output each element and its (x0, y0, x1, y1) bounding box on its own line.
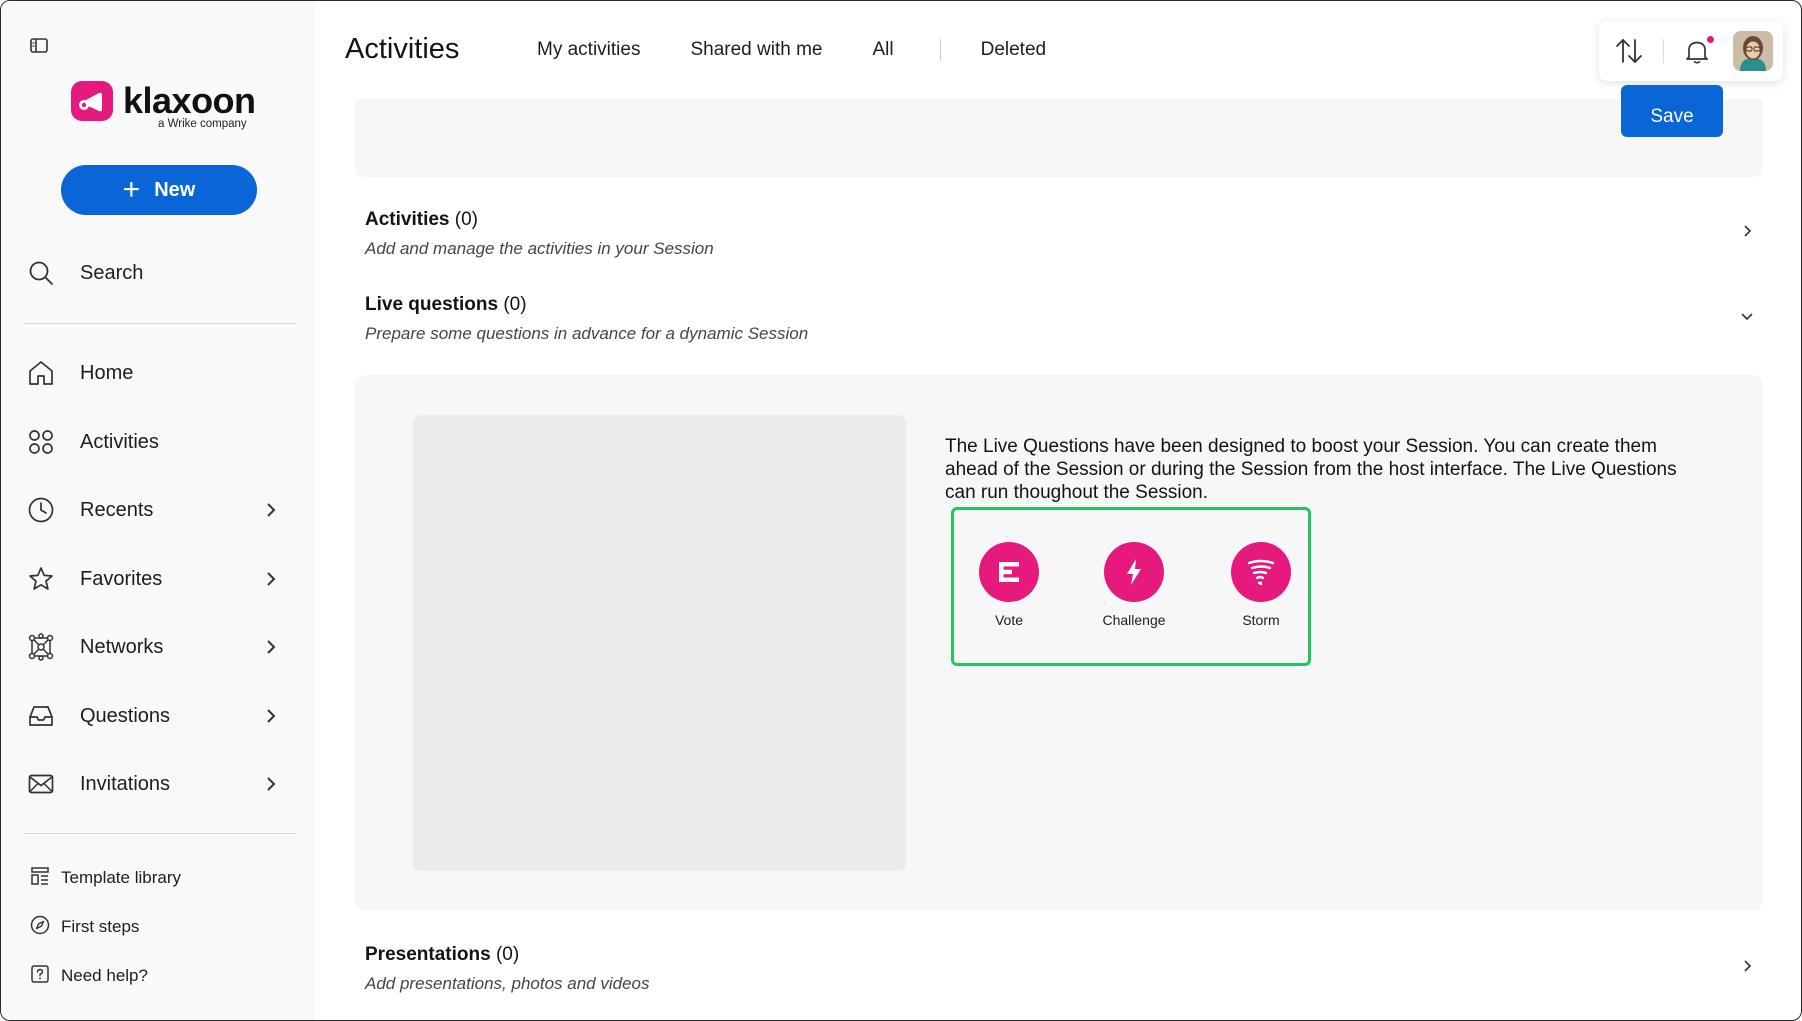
section-title-text: Live questions (365, 294, 499, 315)
question-type-label: Challenge (1102, 612, 1166, 628)
chevron-right-icon (261, 500, 281, 520)
vote-icon (979, 542, 1039, 602)
section-description: Add presentations, photos and videos (365, 974, 650, 993)
live-questions-description: The Live Questions have been designed to… (945, 436, 1677, 503)
sidebar-item-home[interactable]: Home (25, 347, 291, 399)
sidebar-item-label: Questions (80, 704, 171, 727)
sidebar-item-recents[interactable]: Recents (25, 484, 291, 536)
sort-icon[interactable] (1613, 35, 1645, 67)
sidebar-item-label: Invitations (80, 772, 171, 795)
app-window: klaxoon a Wrike company + New Search Hom… (0, 0, 1802, 1021)
search-label: Search (80, 261, 144, 284)
question-types-group: Vote Challenge Storm (951, 507, 1311, 666)
compass-icon (29, 914, 51, 941)
brand-name: klaxoon (123, 80, 256, 121)
sidebar-item-activities[interactable]: Activities (25, 416, 291, 468)
sidebar-divider (23, 323, 297, 324)
first-steps-link[interactable]: First steps (29, 912, 139, 942)
need-help-link[interactable]: Need help? (29, 961, 148, 991)
activity-tabs: My activities Shared with me All Deleted (537, 39, 1096, 61)
chevron-right-icon (261, 774, 281, 794)
vote-option[interactable]: Vote (954, 542, 1064, 628)
tab-deleted[interactable]: Deleted (981, 39, 1047, 61)
live-questions-section[interactable]: Live questions (0) Prepare some question… (365, 294, 1765, 344)
plus-icon: + (122, 173, 141, 206)
activities-icon (25, 426, 57, 458)
tab-separator (939, 39, 941, 61)
chevron-right-icon (261, 637, 281, 657)
sidebar-toggle-icon[interactable] (29, 37, 53, 57)
clock-icon (25, 494, 57, 526)
chevron-down-icon (1737, 306, 1757, 326)
section-count: (0) (454, 209, 478, 230)
search-item[interactable]: Search (25, 247, 291, 299)
section-count: (0) (495, 944, 520, 965)
section-count: (0) (503, 294, 527, 315)
template-library-link[interactable]: Template library (29, 863, 181, 893)
section-title: Live questions (0) (365, 294, 1765, 316)
live-questions-media-placeholder (413, 415, 906, 871)
chevron-right-icon (261, 706, 281, 726)
activities-section[interactable]: Activities (0) Add and manage the activi… (365, 209, 1765, 259)
sidebar-item-networks[interactable]: Networks (25, 621, 291, 673)
presentations-section[interactable]: Presentations (0) Add presentations, pho… (365, 944, 1765, 994)
header-toolbar (1599, 21, 1783, 81)
template-icon (29, 865, 51, 892)
sidebar-item-label: Activities (80, 430, 159, 453)
question-type-label: Storm (1242, 612, 1280, 628)
notification-dot (1707, 36, 1714, 43)
inbox-icon (25, 700, 57, 732)
search-icon (25, 257, 57, 289)
footer-link-label: Need help? (61, 966, 148, 985)
sidebar-item-label: Home (80, 361, 134, 384)
sidebar-item-label: Networks (80, 635, 164, 658)
footer-link-label: First steps (61, 917, 140, 936)
tab-my-activities[interactable]: My activities (537, 39, 640, 61)
sidebar-divider (23, 833, 297, 834)
home-icon (25, 357, 57, 389)
challenge-option[interactable]: Challenge (1079, 542, 1189, 628)
tab-all[interactable]: All (872, 39, 893, 61)
new-button[interactable]: + New (61, 165, 257, 215)
storm-option[interactable]: Storm (1206, 542, 1316, 628)
section-title-text: Activities (365, 209, 450, 230)
mail-icon (25, 768, 57, 800)
avatar[interactable] (1733, 31, 1773, 71)
sidebar: klaxoon a Wrike company + New Search Hom… (1, 1, 315, 1020)
sidebar-item-label: Favorites (80, 567, 163, 590)
tornado-icon (1231, 542, 1291, 602)
footer-link-label: Template library (61, 868, 181, 887)
section-description: Add and manage the activities in your Se… (365, 239, 714, 258)
section-title: Presentations (0) (365, 944, 1765, 966)
chevron-right-icon (1737, 956, 1757, 976)
session-settings-card (355, 99, 1763, 177)
new-button-label: New (154, 178, 196, 201)
section-title: Activities (0) (365, 209, 1765, 231)
section-title-text: Presentations (365, 944, 491, 965)
save-button[interactable]: Save (1621, 85, 1723, 137)
page-title: Activities (345, 33, 460, 65)
klaxoon-logo-icon (71, 81, 113, 121)
toolbar-separator (1663, 39, 1664, 63)
network-icon (25, 631, 57, 663)
sidebar-item-invitations[interactable]: Invitations (25, 758, 291, 810)
star-icon (25, 563, 57, 595)
help-icon (29, 963, 51, 990)
question-type-label: Vote (994, 612, 1024, 628)
chevron-right-icon (1737, 221, 1757, 241)
sidebar-item-questions[interactable]: Questions (25, 690, 291, 742)
tab-shared-with-me[interactable]: Shared with me (690, 39, 822, 61)
lightning-icon (1104, 542, 1164, 602)
brand-subtitle: a Wrike company (158, 118, 247, 130)
sidebar-item-label: Recents (80, 498, 154, 521)
chevron-right-icon (261, 569, 281, 589)
klaxoon-logo[interactable]: klaxoon a Wrike company (71, 79, 256, 135)
sidebar-item-favorites[interactable]: Favorites (25, 553, 291, 605)
section-description: Prepare some questions in advance for a … (365, 324, 809, 343)
